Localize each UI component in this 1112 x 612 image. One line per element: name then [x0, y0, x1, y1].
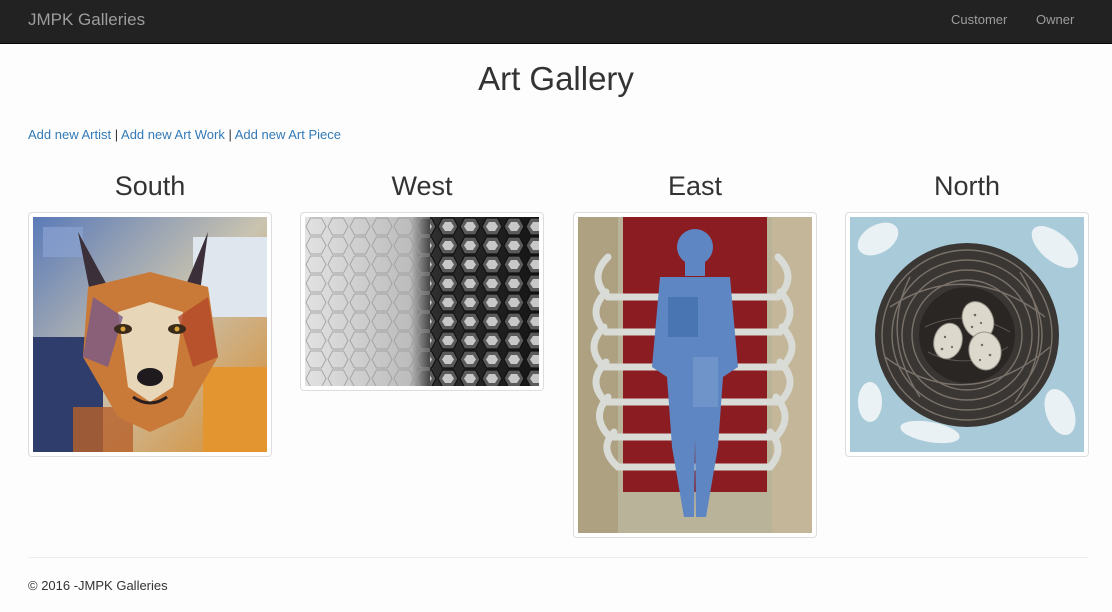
nav-link-owner[interactable]: Owner [1036, 12, 1074, 27]
gallery-heading-south: South [114, 171, 186, 201]
footer-copyright: © 2016 -JMPK Galleries [28, 578, 168, 593]
footer-divider [28, 557, 1088, 558]
add-art-piece-link[interactable]: Add new Art Piece [235, 127, 341, 142]
add-artist-link[interactable]: Add new Artist [28, 127, 111, 142]
gallery-thumbnail-east[interactable] [573, 212, 817, 538]
add-art-work-link[interactable]: Add new Art Work [121, 127, 225, 142]
nest-with-eggs-image [850, 217, 1084, 452]
link-separator: | [228, 127, 232, 142]
brand-link[interactable]: JMPK Galleries [28, 10, 145, 30]
ribcage-figure-image [578, 217, 812, 533]
link-separator: | [114, 127, 119, 142]
gallery-thumbnail-west[interactable] [300, 212, 544, 391]
page-title: Art Gallery [478, 60, 634, 97]
wolf-painting-image [33, 217, 267, 452]
top-navbar: JMPK Galleries Customer Owner [0, 0, 1112, 44]
nav-link-customer[interactable]: Customer [951, 12, 1007, 27]
gallery-heading-east: East [667, 171, 723, 201]
admin-links: Add new Artist | Add new Art Work | Add … [28, 127, 341, 142]
gallery-thumbnail-north[interactable] [845, 212, 1089, 457]
gallery-heading-west: West [391, 171, 453, 201]
gallery-thumbnail-south[interactable] [28, 212, 272, 457]
gallery-heading-north: North [933, 171, 1001, 201]
hexagon-pattern-image [305, 217, 539, 386]
